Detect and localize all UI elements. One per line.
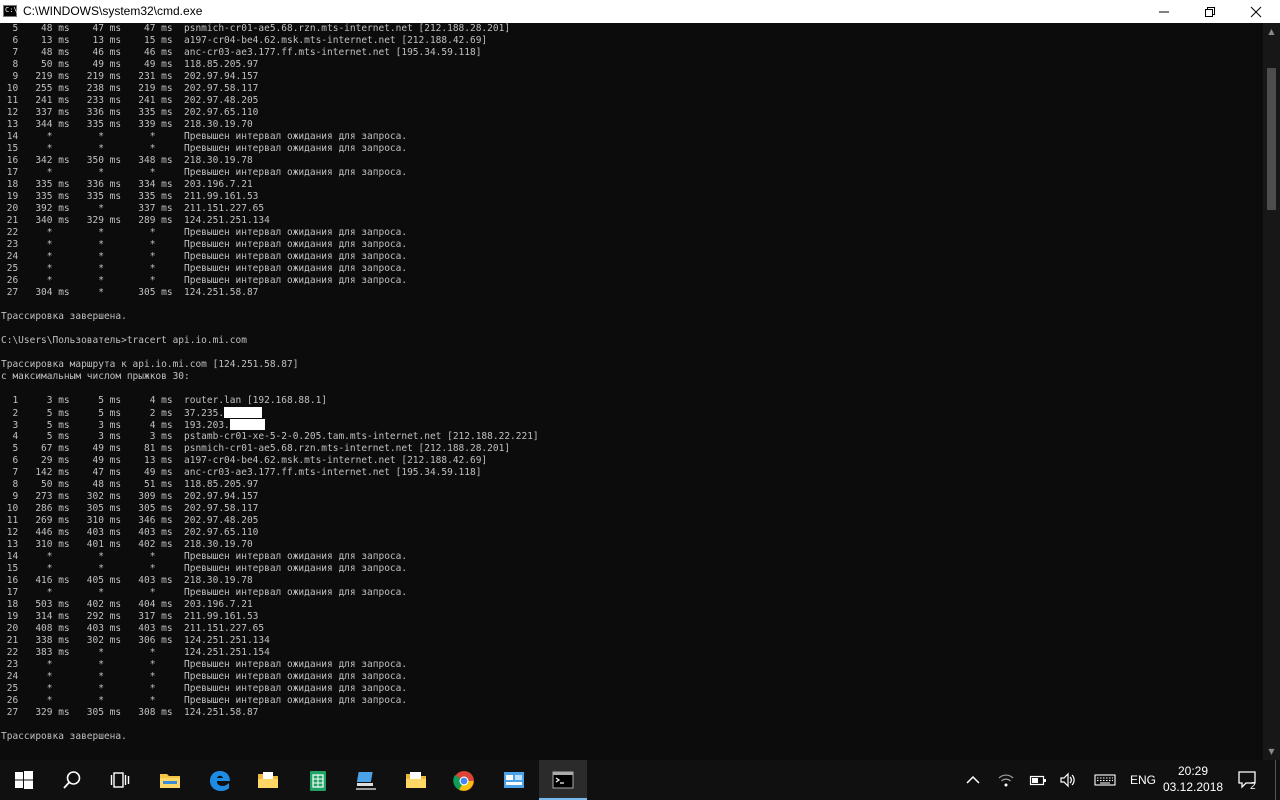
console-line: 13 344 ms 335 ms 339 ms 218.30.19.70 — [1, 119, 253, 130]
maximize-button[interactable] — [1187, 0, 1233, 23]
notification-count-badge: 2 — [1250, 781, 1256, 792]
console-line: 11 269 ms 310 ms 346 ms 202.97.48.205 — [1, 515, 259, 526]
console-line: C:\Users\Пользователь>tracert api.io.mi.… — [1, 335, 247, 346]
console-line: 26 * * * Превышен интервал ожидания для … — [1, 695, 408, 706]
console-line: 13 310 ms 401 ms 402 ms 218.30.19.70 — [1, 539, 253, 550]
console-line: 19 314 ms 292 ms 317 ms 211.99.161.53 — [1, 611, 259, 622]
console-line: 20 408 ms 403 ms 403 ms 211.151.227.65 — [1, 623, 265, 634]
console-line: 9 273 ms 302 ms 309 ms 202.97.94.157 — [1, 491, 259, 502]
console-line: 14 * * * Превышен интервал ожидания для … — [1, 131, 408, 142]
console-line: 8 50 ms 49 ms 49 ms 118.85.205.97 — [1, 59, 259, 70]
console-line: 5 48 ms 47 ms 47 ms psnmich-cr01-ae5.68.… — [1, 23, 511, 34]
console-line: 5 67 ms 49 ms 81 ms psnmich-cr01-ae5.68.… — [1, 443, 511, 454]
title-bar[interactable]: C:\ C:\WINDOWS\system32\cmd.exe — [0, 0, 1280, 23]
console-line: 24 * * * Превышен интервал ожидания для … — [1, 251, 408, 262]
system-tray: ENG 20:29 03.12.2018 2 — [0, 760, 1280, 800]
console-line: 9 219 ms 219 ms 231 ms 202.97.94.157 — [1, 71, 259, 82]
console-line: 22 383 ms * * 124.251.251.154 — [1, 647, 270, 658]
scroll-thumb[interactable] — [1267, 68, 1276, 210]
console-line: 15 * * * Превышен интервал ожидания для … — [1, 143, 408, 154]
vertical-scrollbar[interactable]: ▲ ▼ — [1263, 23, 1280, 760]
console-line: 6 29 ms 49 ms 13 ms a197-cr04-be4.62.msk… — [1, 455, 488, 466]
console-line: 3 5 ms 3 ms 4 ms 193.203. — [1, 419, 539, 431]
console-line: 10 286 ms 305 ms 305 ms 202.97.58.117 — [1, 503, 259, 514]
volume-icon[interactable] — [1059, 772, 1077, 788]
console-line: 17 * * * Превышен интервал ожидания для … — [1, 587, 408, 598]
console-line: 8 50 ms 48 ms 51 ms 118.85.205.97 — [1, 479, 259, 490]
console-text: 5 48 ms 47 ms 47 ms psnmich-cr01-ae5.68.… — [1, 23, 539, 743]
minimize-icon — [1159, 11, 1169, 13]
clock-date: 03.12.2018 — [1163, 780, 1224, 794]
console-line: 25 * * * Превышен интервал ожидания для … — [1, 683, 408, 694]
close-icon — [1250, 6, 1262, 18]
taskbar: ENG 20:29 03.12.2018 2 — [0, 760, 1280, 800]
console-line: 25 * * * Превышен интервал ожидания для … — [1, 263, 408, 274]
console-line: 15 * * * Превышен интервал ожидания для … — [1, 563, 408, 574]
redaction-box — [229, 419, 265, 430]
console-line: 6 13 ms 13 ms 15 ms a197-cr04-be4.62.msk… — [1, 35, 488, 46]
keyboard-icon[interactable] — [1094, 772, 1116, 788]
window-title: C:\WINDOWS\system32\cmd.exe — [23, 4, 203, 18]
console-output[interactable]: 5 48 ms 47 ms 47 ms psnmich-cr01-ae5.68.… — [0, 23, 1263, 760]
console-line: 23 * * * Превышен интервал ожидания для … — [1, 239, 408, 250]
console-line: Трассировка маршрута к api.io.mi.com [12… — [1, 359, 299, 370]
console-line: Трассировка завершена. — [1, 311, 127, 322]
chevron-up-icon[interactable] — [964, 772, 982, 788]
console-line: 16 416 ms 405 ms 403 ms 218.30.19.78 — [1, 575, 253, 586]
console-line: 16 342 ms 350 ms 348 ms 218.30.19.78 — [1, 155, 253, 166]
cmd-window: C:\ C:\WINDOWS\system32\cmd.exe 5 48 ms … — [0, 0, 1280, 760]
console-line: 21 340 ms 329 ms 289 ms 124.251.251.134 — [1, 215, 270, 226]
console-line: 12 337 ms 336 ms 335 ms 202.97.65.110 — [1, 107, 259, 118]
console-line: 7 48 ms 46 ms 46 ms anc-cr03-ae3.177.ff.… — [1, 47, 482, 58]
scroll-up-arrow-icon[interactable]: ▲ — [1263, 23, 1280, 40]
restore-icon — [1205, 7, 1215, 17]
console-line: 7 142 ms 47 ms 49 ms anc-cr03-ae3.177.ff… — [1, 467, 482, 478]
console-line: 11 241 ms 233 ms 241 ms 202.97.48.205 — [1, 95, 259, 106]
console-line: 10 255 ms 238 ms 219 ms 202.97.58.117 — [1, 83, 259, 94]
scroll-down-arrow-icon[interactable]: ▼ — [1263, 743, 1280, 760]
console-line: 14 * * * Превышен интервал ожидания для … — [1, 551, 408, 562]
console-line: 27 329 ms 305 ms 308 ms 124.251.58.87 — [1, 707, 259, 718]
console-line: Трассировка завершена. — [1, 731, 127, 742]
redaction-box — [224, 407, 263, 418]
console-line: 4 5 ms 3 ms 3 ms pstamb-cr01-xe-5-2-0.20… — [1, 431, 539, 442]
console-line: 26 * * * Превышен интервал ожидания для … — [1, 275, 408, 286]
console-line: 19 335 ms 335 ms 335 ms 211.99.161.53 — [1, 191, 259, 202]
show-desktop-button[interactable] — [1275, 760, 1280, 800]
console-line: с максимальным числом прыжков 30: — [1, 371, 190, 382]
console-line: 24 * * * Превышен интервал ожидания для … — [1, 671, 408, 682]
console-line: 27 304 ms * 305 ms 124.251.58.87 — [1, 287, 259, 298]
cmd-icon: C:\ — [3, 5, 18, 17]
console-line: 20 392 ms * 337 ms 211.151.227.65 — [1, 203, 265, 214]
console-line: 23 * * * Превышен интервал ожидания для … — [1, 659, 408, 670]
notification-center-icon[interactable] — [1236, 770, 1260, 790]
clock-time: 20:29 — [1177, 764, 1209, 778]
console-line: 18 335 ms 336 ms 334 ms 203.196.7.21 — [1, 179, 253, 190]
minimize-button[interactable] — [1141, 0, 1187, 23]
console-line: 12 446 ms 403 ms 403 ms 202.97.65.110 — [1, 527, 259, 538]
wifi-icon[interactable] — [997, 772, 1015, 788]
console-line: 2 5 ms 5 ms 2 ms 37.235. — [1, 407, 539, 419]
battery-icon[interactable] — [1029, 772, 1047, 788]
console-line: 18 503 ms 402 ms 404 ms 203.196.7.21 — [1, 599, 253, 610]
console-line: 22 * * * Превышен интервал ожидания для … — [1, 227, 408, 238]
clock[interactable]: 20:29 03.12.2018 — [1163, 763, 1223, 795]
close-button[interactable] — [1233, 0, 1279, 23]
console-line: 1 3 ms 5 ms 4 ms router.lan [192.168.88.… — [1, 395, 328, 406]
console-line: 17 * * * Превышен интервал ожидания для … — [1, 167, 408, 178]
console-line: 21 338 ms 302 ms 306 ms 124.251.251.134 — [1, 635, 270, 646]
input-language[interactable]: ENG — [1130, 773, 1156, 787]
